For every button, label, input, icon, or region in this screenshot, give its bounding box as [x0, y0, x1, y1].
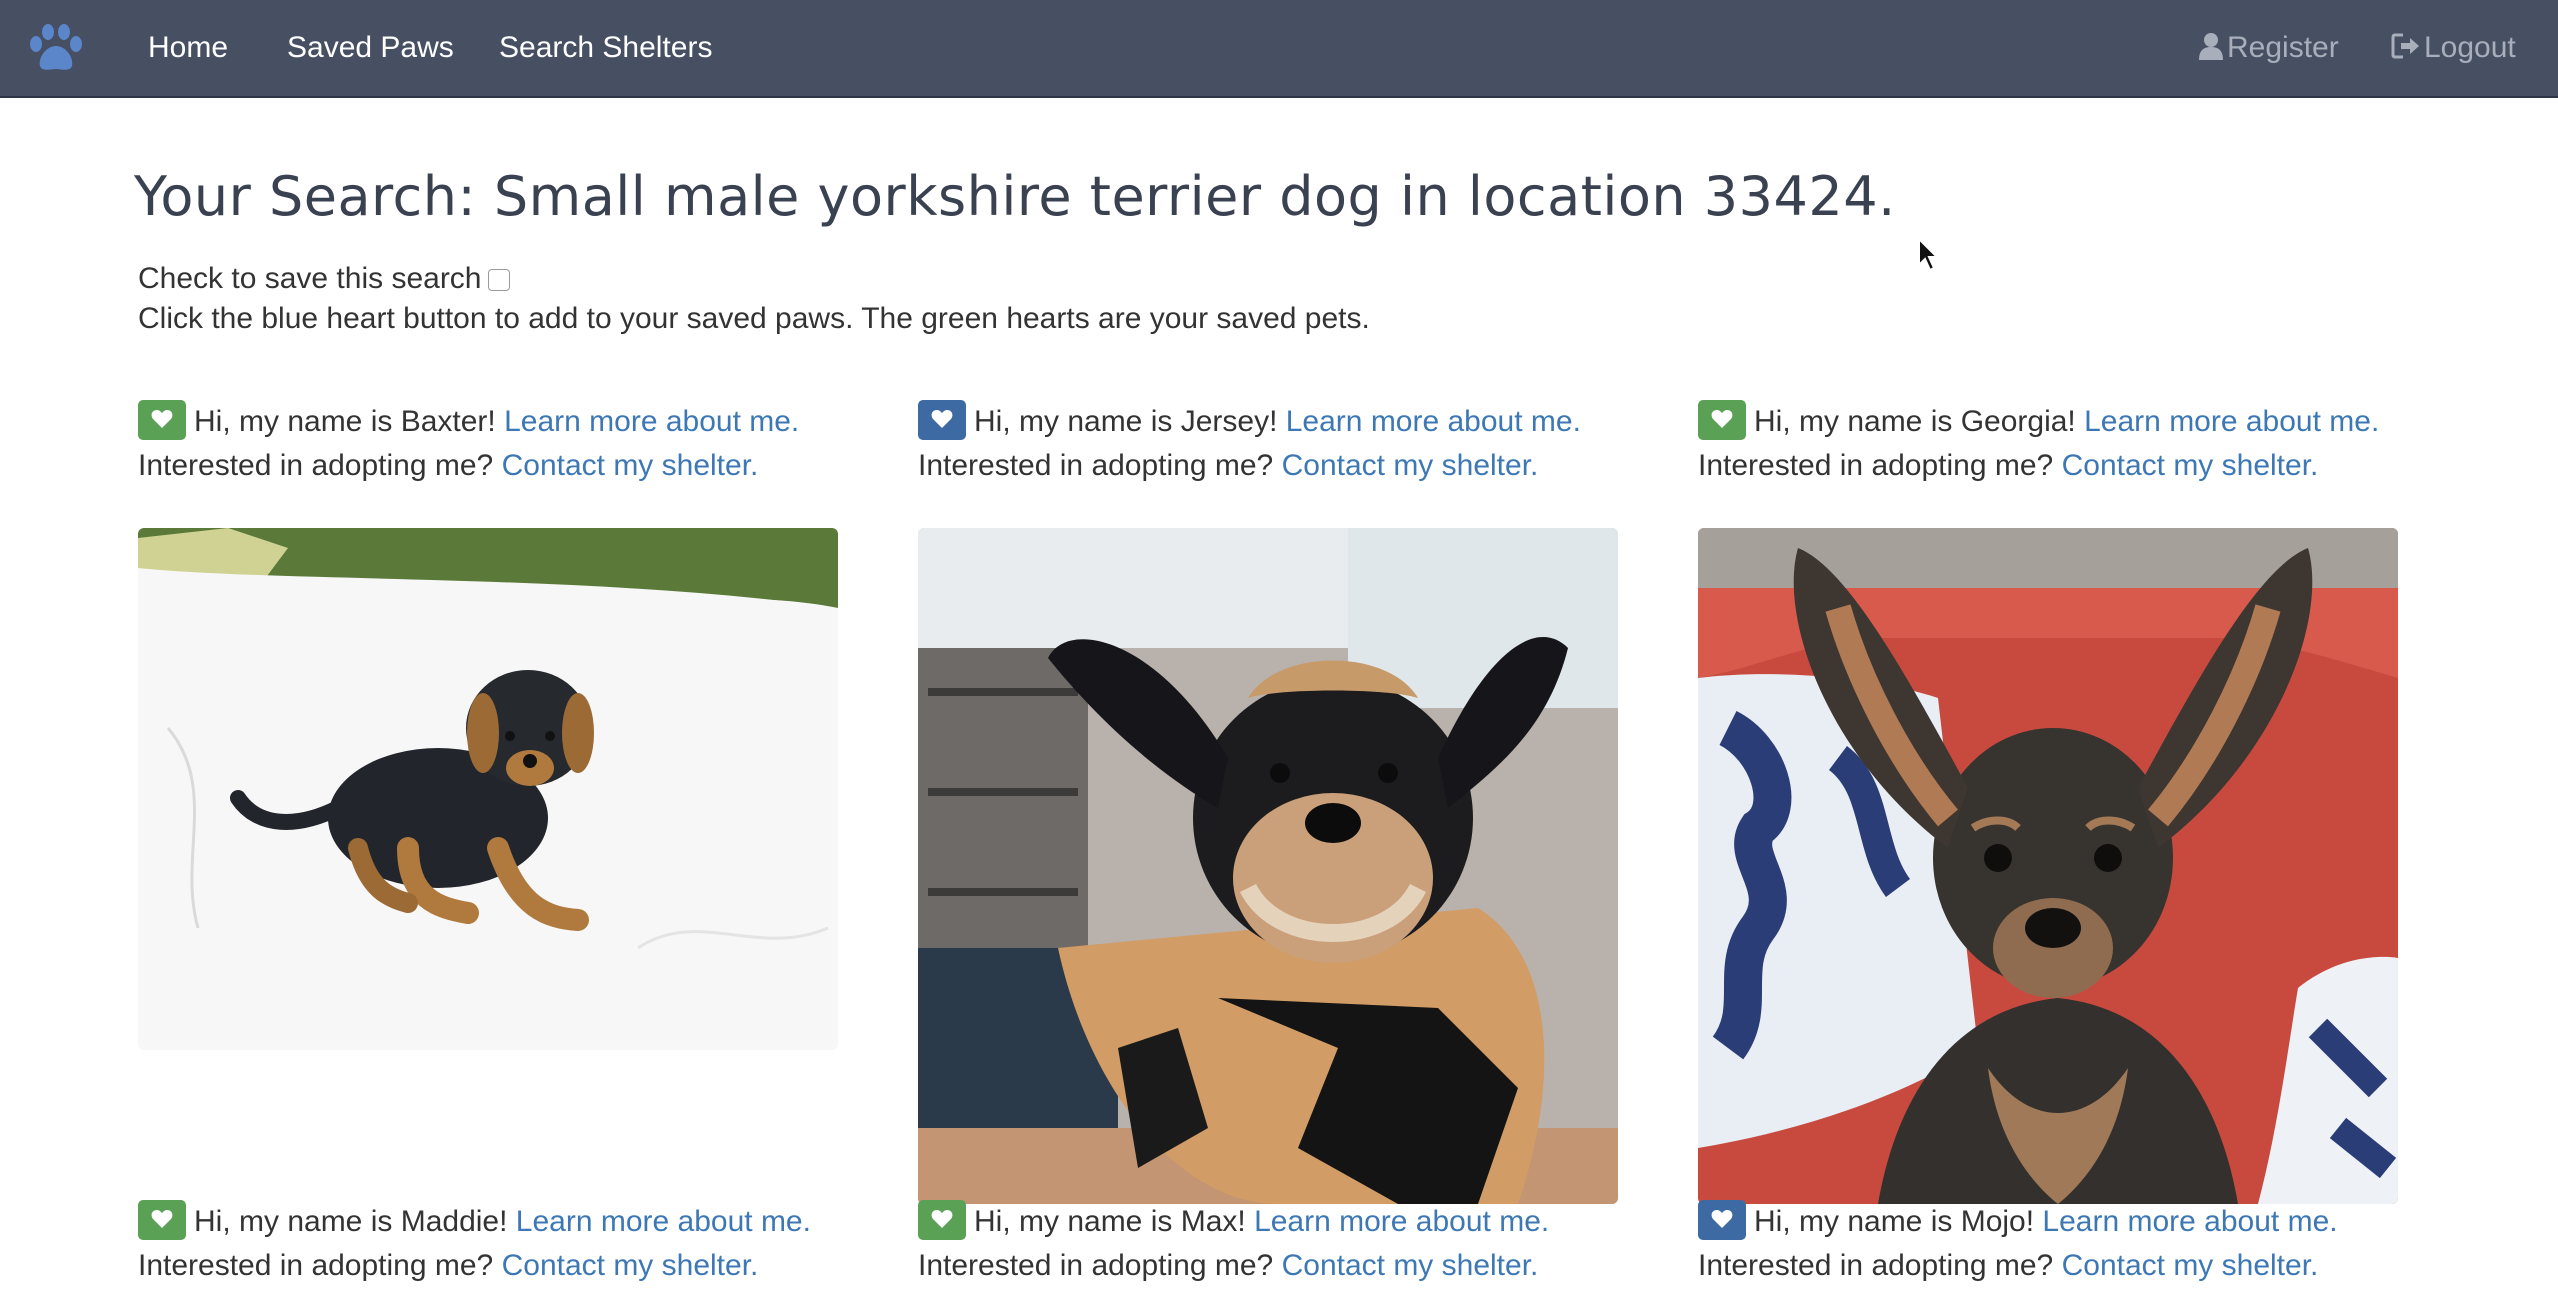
contact-shelter-link[interactable]: Contact my shelter. — [2062, 1249, 2319, 1282]
pet-card-jersey: Hi, my name is Jersey! Learn more about … — [918, 400, 1581, 488]
nav-home[interactable]: Home — [148, 0, 228, 96]
contact-shelter-link[interactable]: Contact my shelter. — [2062, 449, 2319, 482]
navbar: Home Saved Paws Search Shelters Register… — [0, 0, 2558, 98]
save-search-label: Check to save this search — [138, 262, 482, 295]
mouse-cursor-icon — [1918, 238, 1940, 272]
adopt-prompt: Interested in adopting me? — [138, 449, 494, 482]
save-search-row: Check to save this search — [138, 262, 510, 296]
adopt-prompt: Interested in adopting me? — [138, 1249, 494, 1282]
instructions-text: Click the blue heart button to add to yo… — [138, 302, 1370, 335]
saved-heart-button[interactable] — [138, 400, 186, 440]
logout-label: Logout — [2424, 31, 2516, 64]
user-icon — [2199, 33, 2223, 60]
heart-icon — [1711, 1210, 1733, 1228]
heart-icon — [151, 1210, 173, 1228]
pet-photo-jersey[interactable] — [918, 528, 1618, 1204]
saved-heart-button[interactable] — [138, 1200, 186, 1240]
paw-logo-icon[interactable] — [26, 24, 88, 74]
pet-greeting: Hi, my name is Georgia! — [1754, 405, 2076, 438]
add-heart-button[interactable] — [918, 400, 966, 440]
adopt-prompt: Interested in adopting me? — [918, 1249, 1274, 1282]
pet-greeting: Hi, my name is Max! — [974, 1205, 1246, 1238]
contact-shelter-link[interactable]: Contact my shelter. — [1282, 1249, 1539, 1282]
logout-icon — [2391, 33, 2419, 59]
pet-card-georgia: Hi, my name is Georgia! Learn more about… — [1698, 400, 2379, 488]
pet-card-max: Hi, my name is Max! Learn more about me.… — [918, 1200, 1549, 1288]
add-heart-button[interactable] — [1698, 1200, 1746, 1240]
saved-heart-button[interactable] — [1698, 400, 1746, 440]
pet-greeting: Hi, my name is Baxter! — [194, 405, 496, 438]
pet-greeting: Hi, my name is Mojo! — [1754, 1205, 2035, 1238]
nav-search-shelters[interactable]: Search Shelters — [499, 0, 712, 96]
contact-shelter-link[interactable]: Contact my shelter. — [1282, 449, 1539, 482]
pet-card-mojo: Hi, my name is Mojo! Learn more about me… — [1698, 1200, 2338, 1288]
heart-icon — [1711, 410, 1733, 428]
learn-more-link[interactable]: Learn more about me. — [504, 405, 799, 438]
learn-more-link[interactable]: Learn more about me. — [516, 1205, 811, 1238]
adopt-prompt: Interested in adopting me? — [918, 449, 1274, 482]
pet-greeting: Hi, my name is Maddie! — [194, 1205, 508, 1238]
heart-icon — [931, 410, 953, 428]
contact-shelter-link[interactable]: Contact my shelter. — [502, 449, 759, 482]
register-link[interactable]: Register — [2198, 0, 2339, 96]
pet-card-baxter: Hi, my name is Baxter! Learn more about … — [138, 400, 799, 488]
register-label: Register — [2227, 31, 2339, 64]
page-title: Your Search: Small male yorkshire terrie… — [134, 165, 1896, 228]
learn-more-link[interactable]: Learn more about me. — [2042, 1205, 2337, 1238]
pet-photo-georgia[interactable] — [1698, 528, 2398, 1204]
learn-more-link[interactable]: Learn more about me. — [1286, 405, 1581, 438]
contact-shelter-link[interactable]: Contact my shelter. — [502, 1249, 759, 1282]
learn-more-link[interactable]: Learn more about me. — [1254, 1205, 1549, 1238]
learn-more-link[interactable]: Learn more about me. — [2084, 405, 2379, 438]
saved-heart-button[interactable] — [918, 1200, 966, 1240]
adopt-prompt: Interested in adopting me? — [1698, 1249, 2054, 1282]
logout-link[interactable]: Logout — [2391, 0, 2516, 96]
heart-icon — [931, 1210, 953, 1228]
pet-greeting: Hi, my name is Jersey! — [974, 405, 1278, 438]
pet-card-maddie: Hi, my name is Maddie! Learn more about … — [138, 1200, 811, 1288]
heart-icon — [151, 410, 173, 428]
adopt-prompt: Interested in adopting me? — [1698, 449, 2054, 482]
nav-saved-paws[interactable]: Saved Paws — [287, 0, 454, 96]
pet-photo-baxter[interactable] — [138, 528, 838, 1050]
save-search-checkbox[interactable] — [487, 269, 510, 291]
